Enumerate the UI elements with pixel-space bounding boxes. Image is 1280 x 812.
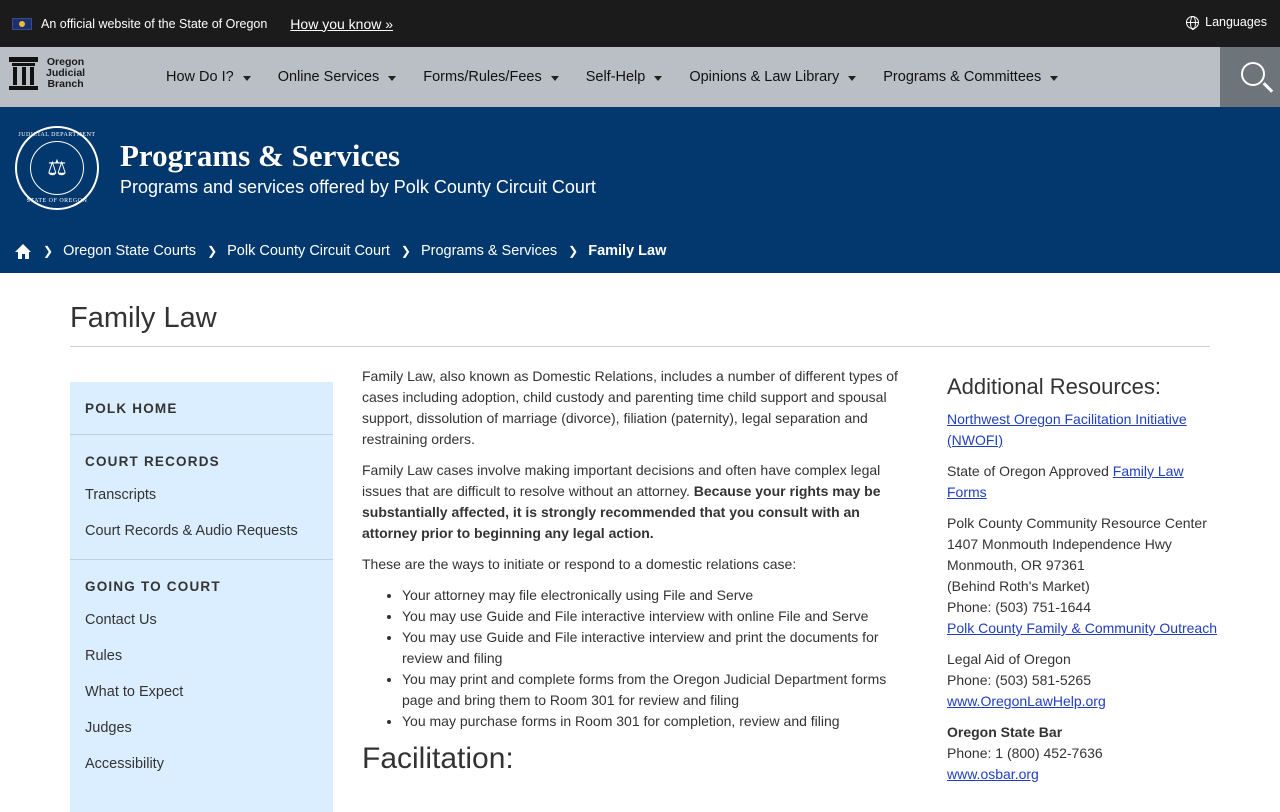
sidebar-item-rules[interactable]: Rules bbox=[85, 648, 318, 684]
breadcrumb-current: Family Law bbox=[588, 243, 667, 259]
languages-button[interactable]: Languages bbox=[1186, 15, 1267, 30]
globe-icon bbox=[1186, 15, 1200, 30]
resources-heading: Additional Resources: bbox=[947, 374, 1162, 399]
resource-center-address2: Monmouth, OR 97361 bbox=[947, 557, 1085, 573]
osb-phone: Phone: 1 (800) 452-7636 bbox=[947, 745, 1103, 761]
breadcrumb-separator: ❯ bbox=[400, 244, 411, 258]
sidebar-nav: POLK HOME COURT RECORDS Transcripts Cour… bbox=[70, 382, 333, 812]
osb-name: Oregon State Bar bbox=[947, 724, 1063, 740]
breadcrumb-oregon-state-courts[interactable]: Oregon State Courts bbox=[63, 243, 196, 259]
ojb-logo[interactable]: Oregon Judicial Branch bbox=[9, 57, 85, 90]
approved-forms-text: State of Oregon Approved Family Law Form… bbox=[947, 463, 1184, 500]
intro-paragraph: Family Law, also known as Domestic Relat… bbox=[362, 368, 898, 447]
search-icon bbox=[1241, 62, 1265, 86]
sidebar-item-accessibility[interactable]: Accessibility bbox=[85, 756, 318, 792]
sidebar-item-court-records-audio[interactable]: Court Records & Audio Requests bbox=[85, 523, 318, 559]
sidebar-section-court-records: COURT RECORDS Transcripts Court Records … bbox=[70, 435, 333, 560]
sidebar-item-polk-home[interactable]: POLK HOME bbox=[85, 382, 318, 434]
list-item: Your attorney may file electronically us… bbox=[402, 585, 907, 606]
nav-item-how-do-i[interactable]: How Do I? bbox=[166, 69, 251, 85]
hero-banner: JUDICIAL DEPARTMENT ⚖ STATE OF OREGON Pr… bbox=[0, 107, 1280, 273]
oregon-law-help-link[interactable]: www.OregonLawHelp.org bbox=[947, 693, 1106, 709]
legal-aid-phone: Phone: (503) 581-5265 bbox=[947, 672, 1091, 688]
page-title: Family Law bbox=[70, 302, 217, 334]
sidebar-section-polk-home: POLK HOME bbox=[70, 382, 333, 435]
sidebar-item-transcripts[interactable]: Transcripts bbox=[85, 487, 318, 523]
chevron-down-icon bbox=[388, 75, 397, 81]
breadcrumb-separator: ❯ bbox=[43, 244, 54, 258]
list-item: You may use Guide and File interactive i… bbox=[402, 627, 907, 669]
breadcrumb-separator: ❯ bbox=[568, 244, 579, 258]
resource-center-note: (Behind Roth's Market) bbox=[947, 578, 1090, 594]
nwofi-link[interactable]: Northwest Oregon Facilitation Initiative… bbox=[947, 411, 1187, 448]
chevron-down-icon bbox=[242, 75, 251, 81]
courthouse-pillar-icon bbox=[9, 57, 38, 90]
logo-text: Oregon Judicial Branch bbox=[46, 56, 86, 90]
chevron-down-icon bbox=[550, 75, 559, 81]
oregon-flag-icon bbox=[12, 17, 32, 30]
ways-list: Your attorney may file electronically us… bbox=[362, 585, 907, 732]
list-item: You may use Guide and File interactive i… bbox=[402, 606, 907, 627]
official-banner: An official website of the State of Oreg… bbox=[0, 0, 1280, 47]
sidebar-item-what-to-expect[interactable]: What to Expect bbox=[85, 684, 318, 720]
sidebar-heading-going-to-court[interactable]: GOING TO COURT bbox=[85, 560, 318, 612]
oregon-judicial-seal-icon: JUDICIAL DEPARTMENT ⚖ STATE OF OREGON bbox=[15, 126, 99, 210]
breadcrumb: ❯ Oregon State Courts ❯ Polk County Circ… bbox=[15, 243, 666, 259]
languages-label: Languages bbox=[1205, 15, 1267, 29]
breadcrumb-programs-services[interactable]: Programs & Services bbox=[421, 243, 557, 259]
main-navbar: Oregon Judicial Branch How Do I? Online … bbox=[0, 47, 1280, 107]
sidebar-heading-court-records[interactable]: COURT RECORDS bbox=[85, 435, 318, 487]
nav-menu: How Do I? Online Services Forms/Rules/Fe… bbox=[166, 47, 1085, 107]
facilitation-heading: Facilitation: bbox=[362, 742, 514, 775]
additional-resources: Additional Resources: Northwest Oregon F… bbox=[947, 376, 1217, 795]
nav-item-self-help[interactable]: Self-Help bbox=[586, 69, 663, 85]
list-item: You may purchase forms in Room 301 for c… bbox=[402, 711, 907, 732]
legal-aid-block: Legal Aid of Oregon Phone: (503) 581-526… bbox=[947, 649, 1217, 712]
breadcrumb-separator: ❯ bbox=[207, 244, 218, 258]
osbar-link[interactable]: www.osbar.org bbox=[947, 766, 1039, 782]
hero-title: Programs & Services bbox=[120, 138, 401, 173]
legal-aid-name: Legal Aid of Oregon bbox=[947, 651, 1071, 667]
resource-center-block: Polk County Community Resource Center 14… bbox=[947, 513, 1217, 639]
chevron-down-icon bbox=[848, 75, 857, 81]
how-you-know-link[interactable]: How you know » bbox=[290, 16, 393, 32]
resource-center-name: Polk County Community Resource Center bbox=[947, 515, 1207, 531]
nav-item-opinions-law-library[interactable]: Opinions & Law Library bbox=[689, 69, 857, 85]
sidebar-item-contact-us[interactable]: Contact Us bbox=[85, 612, 318, 648]
resource-center-phone: Phone: (503) 751-1644 bbox=[947, 599, 1091, 615]
home-icon[interactable] bbox=[15, 243, 32, 259]
official-text: An official website of the State of Oreg… bbox=[41, 16, 268, 31]
title-divider bbox=[70, 346, 1210, 347]
sidebar-item-judges[interactable]: Judges bbox=[85, 720, 318, 756]
nav-item-online-services[interactable]: Online Services bbox=[278, 69, 397, 85]
hero-subtitle: Programs and services offered by Polk Co… bbox=[120, 177, 596, 197]
list-item: You may print and complete forms from th… bbox=[402, 669, 907, 711]
resource-center-address1: 1407 Monmouth Independence Hwy bbox=[947, 536, 1172, 552]
nav-item-forms-rules-fees[interactable]: Forms/Rules/Fees bbox=[423, 69, 559, 85]
nav-item-programs-committees[interactable]: Programs & Committees bbox=[883, 69, 1059, 85]
family-community-outreach-link[interactable]: Polk County Family & Community Outreach bbox=[947, 620, 1217, 636]
main-content: Family Law, also known as Domestic Relat… bbox=[362, 366, 907, 775]
sidebar-section-going-to-court: GOING TO COURT Contact Us Rules What to … bbox=[70, 560, 333, 792]
advice-paragraph: Family Law cases involve making importan… bbox=[362, 462, 881, 541]
search-button[interactable] bbox=[1220, 47, 1280, 107]
chevron-down-icon bbox=[654, 75, 663, 81]
chevron-down-icon bbox=[1050, 75, 1059, 81]
breadcrumb-polk-county[interactable]: Polk County Circuit Court bbox=[227, 243, 390, 259]
osb-block: Oregon State Bar Phone: 1 (800) 452-7636… bbox=[947, 722, 1217, 785]
ways-intro: These are the ways to initiate or respon… bbox=[362, 556, 797, 572]
